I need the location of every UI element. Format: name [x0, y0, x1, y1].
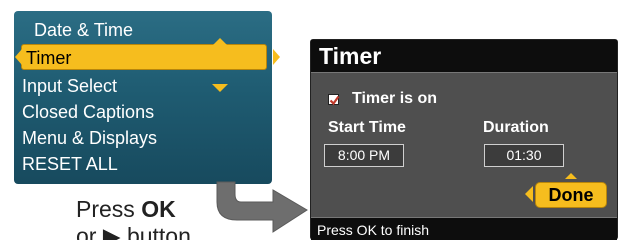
left-arrow-icon	[15, 49, 22, 65]
menu-item-closed-captions[interactable]: Closed Captions	[22, 100, 154, 124]
right-arrow-icon	[273, 49, 280, 65]
duration-field[interactable]: 01:30	[484, 144, 564, 167]
start-time-label: Start Time	[328, 119, 406, 136]
menu-item-input-select[interactable]: Input Select	[22, 74, 117, 98]
instruction-or: or	[76, 223, 97, 240]
instruction-press: Press	[76, 196, 135, 222]
done-left-arrow-icon	[525, 186, 533, 202]
instruction-button: button	[126, 223, 191, 240]
timer-dialog-title: Timer	[319, 43, 382, 69]
menu-item-reset-all[interactable]: RESET ALL	[22, 152, 118, 176]
timer-footer: Press OK to finish	[311, 217, 617, 240]
flow-arrow-icon	[216, 181, 308, 233]
instruction-line-2: or ▶ button	[76, 223, 191, 240]
menu-item-timer[interactable]: Timer	[21, 44, 267, 70]
timer-dialog: Timer Timer is on Start Time Duration 8:…	[310, 39, 618, 240]
menu-item-menu-displays[interactable]: Menu & Displays	[22, 126, 157, 150]
menu-panel: Date & Time Timer Input Select Closed Ca…	[14, 11, 280, 184]
play-arrow-icon: ▶	[102, 223, 121, 240]
up-arrow-icon	[212, 38, 228, 46]
menu-item-timer-label: Timer	[26, 48, 72, 68]
checkmark-icon	[329, 95, 340, 106]
instruction-ok: OK	[141, 196, 176, 222]
start-time-field[interactable]: 8:00 PM	[324, 144, 404, 167]
duration-label: Duration	[483, 119, 549, 136]
done-button[interactable]: Done	[535, 182, 607, 208]
timer-on-label: Timer is on	[352, 90, 438, 107]
timer-title-bar: Timer	[311, 40, 617, 73]
timer-on-checkbox[interactable]	[328, 94, 340, 106]
menu-item-date-time[interactable]: Date & Time	[34, 18, 133, 42]
done-up-arrow-icon	[565, 173, 577, 179]
down-arrow-icon	[212, 84, 228, 92]
footer-hint: Press OK to finish	[317, 222, 430, 238]
